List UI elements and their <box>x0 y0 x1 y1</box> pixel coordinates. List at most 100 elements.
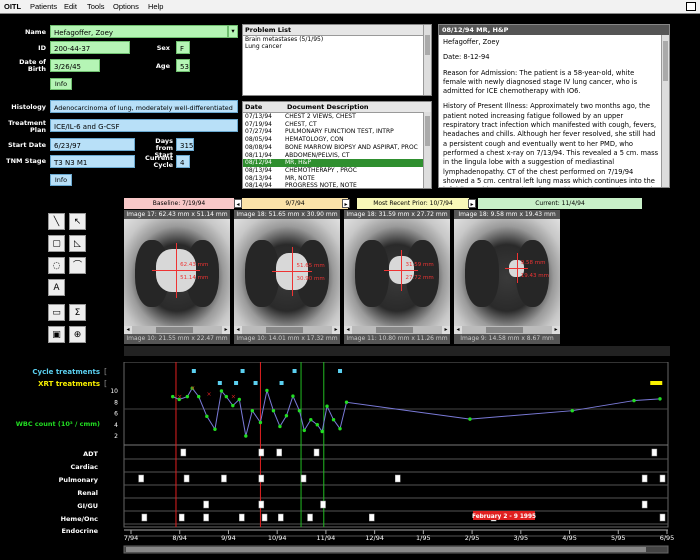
xrt-treatment-marker[interactable] <box>253 381 258 385</box>
patient-age-field[interactable]: 53 <box>176 59 190 72</box>
document-icon[interactable] <box>313 448 320 457</box>
wbc-data-point[interactable] <box>315 423 319 427</box>
document-icon[interactable] <box>141 513 148 522</box>
document-icon[interactable] <box>641 500 648 509</box>
window-control-button[interactable] <box>686 2 696 11</box>
wbc-data-point[interactable] <box>297 408 302 413</box>
treatment-plan-field[interactable]: ICE/IL-6 and G-CSF <box>50 119 238 132</box>
wbc-data-point[interactable] <box>185 394 190 399</box>
wbc-data-point[interactable] <box>265 388 269 393</box>
wbc-data-point[interactable] <box>320 429 324 434</box>
ct-image-panel[interactable]: Image 9: 14.58 mm x 8.67 mm <box>454 334 560 344</box>
menu-options[interactable]: Options <box>113 2 139 11</box>
ct-image-panel[interactable]: Image 10: 14.01 mm x 17.32 mm <box>234 334 340 344</box>
scroll-left-icon[interactable]: ◂ <box>454 326 462 334</box>
patient-sex-field[interactable]: F <box>176 41 190 54</box>
patient-id-field[interactable]: 200-44-37 <box>50 41 130 54</box>
document-icon[interactable] <box>659 513 666 522</box>
wbc-data-point[interactable] <box>331 417 336 422</box>
wbc-flag-icon[interactable]: × <box>177 394 182 401</box>
wbc-data-point[interactable] <box>309 417 313 422</box>
document-icon[interactable] <box>300 474 307 483</box>
document-icon[interactable] <box>278 513 284 522</box>
save-tool-icon[interactable]: ▣ <box>48 326 65 343</box>
text-tool-icon[interactable]: A <box>48 279 65 296</box>
image-timepoint-segment[interactable]: Current: 11/4/94 <box>478 198 642 209</box>
document-row[interactable]: 07/13/94 CHEST 2 VIEWS, CHEST <box>243 113 431 121</box>
document-icon[interactable] <box>369 513 375 522</box>
wbc-data-point[interactable] <box>205 414 209 419</box>
image-timepoint-segment[interactable]: 9/7/94 <box>242 198 348 209</box>
document-row[interactable]: 07/19/94 CHEST, CT <box>243 121 431 129</box>
wbc-data-point[interactable] <box>213 427 217 431</box>
ct-image-panel[interactable]: Image 17: 62.43 mm x 51.14 mm 62.43 mm 51.… <box>124 210 230 334</box>
wbc-data-point[interactable] <box>271 408 276 413</box>
cycle-treatment-marker[interactable] <box>338 369 343 373</box>
polygon-tool-icon[interactable]: ◺ <box>69 235 86 252</box>
problem-list-scrollbar[interactable] <box>423 25 431 95</box>
measure-line-vertical[interactable] <box>175 242 177 299</box>
histology-field[interactable]: Adenocarcinoma of lung, moderately well-… <box>50 100 238 113</box>
measure-line-vertical[interactable] <box>292 246 294 297</box>
ct-image-panel[interactable]: Image 18: 9.58 mm x 19.43 mm 9.58 mm 19.43… <box>454 210 560 334</box>
menu-tools[interactable]: Tools <box>87 2 105 11</box>
start-date-field[interactable]: 6/23/97 <box>50 138 135 151</box>
xrt-treatment-marker[interactable] <box>650 381 663 385</box>
ct-image-panel[interactable]: Image 18: 31.59 mm x 27.72 mm 31.59 mm 27.… <box>344 210 450 334</box>
freehand-tool-icon[interactable]: ◌ <box>48 257 65 274</box>
document-icon[interactable] <box>659 474 666 483</box>
scroll-left-icon[interactable]: ◂ <box>124 326 132 334</box>
scroll-right-icon[interactable]: ▸ <box>442 326 450 334</box>
wbc-data-point[interactable] <box>224 394 229 399</box>
wbc-data-point[interactable] <box>302 428 306 433</box>
document-row[interactable]: 08/05/94 HEMATOLOGY, CON <box>243 136 431 144</box>
ct-image-panel[interactable]: Image 10: 21.55 mm x 22.47 mm <box>124 334 230 344</box>
scroll-left-icon[interactable]: ◂ <box>344 326 352 334</box>
wbc-data-point[interactable] <box>338 426 342 431</box>
document-icon[interactable] <box>203 500 209 509</box>
document-icon[interactable] <box>258 500 265 509</box>
document-icon[interactable] <box>138 474 144 483</box>
patient-name-field[interactable]: Hefagoffer, Zoey <box>50 25 228 38</box>
wbc-flag-icon[interactable]: × <box>190 385 195 392</box>
wbc-data-point[interactable] <box>250 408 255 413</box>
ct-image-panel[interactable]: Image 11: 10.80 mm x 11.26 mm <box>344 334 450 344</box>
wbc-data-point[interactable] <box>344 400 349 404</box>
document-icon[interactable] <box>394 474 401 483</box>
document-icon[interactable] <box>183 474 190 483</box>
document-list-scrollbar[interactable] <box>423 112 431 188</box>
document-row[interactable]: 08/13/94 MR, NOTE <box>243 175 431 183</box>
cycle-treatment-marker[interactable] <box>240 369 245 373</box>
document-icon[interactable] <box>320 500 326 509</box>
timeline-scroll-thumb[interactable] <box>126 547 646 552</box>
ct-image-scrollbar[interactable]: ◂ ▸ <box>344 326 450 334</box>
ct-image-scrollbar[interactable]: ◂ ▸ <box>124 326 230 334</box>
document-icon[interactable] <box>180 448 187 457</box>
document-row[interactable]: 08/08/94 BONE MARROW BIOPSY AND ASPIRAT, … <box>243 144 431 152</box>
wbc-data-point[interactable] <box>658 397 662 401</box>
timepoint-nav-arrow-icon[interactable]: ◂ <box>234 199 242 208</box>
wbc-data-point[interactable] <box>284 414 289 418</box>
xrt-treatment-marker[interactable] <box>234 381 239 385</box>
document-icon[interactable] <box>261 513 268 522</box>
cycle-treatment-marker[interactable] <box>191 369 196 373</box>
line-tool-icon[interactable]: ╲ <box>48 213 65 230</box>
wbc-data-point[interactable] <box>468 417 472 421</box>
patient-info-button[interactable]: Info <box>50 78 72 90</box>
zoom-tool-icon[interactable]: ⊕ <box>69 326 86 343</box>
scroll-thumb[interactable] <box>265 327 303 333</box>
treatment-info-button[interactable]: Info <box>50 174 72 186</box>
timepoint-nav-arrow-icon[interactable]: ▸ <box>342 199 350 208</box>
cycle-treatment-marker[interactable] <box>292 369 297 373</box>
document-icon[interactable] <box>239 513 245 522</box>
document-icon[interactable] <box>258 474 265 483</box>
timepoint-nav-arrow-icon[interactable]: ▸ <box>468 199 476 208</box>
wbc-data-point[interactable] <box>197 394 201 399</box>
image-timepoint-segment[interactable]: Most Recent Prior: 10/7/94 <box>357 198 469 209</box>
image-timepoint-segment[interactable]: Baseline: 7/19/94 <box>124 198 234 209</box>
scroll-right-icon[interactable]: ▸ <box>222 326 230 334</box>
document-row[interactable]: 08/12/94 MR, H&P <box>243 159 431 167</box>
wbc-data-point[interactable] <box>278 424 282 429</box>
report-scrollbar[interactable] <box>661 35 669 187</box>
menu-patients[interactable]: Patients <box>30 2 57 11</box>
